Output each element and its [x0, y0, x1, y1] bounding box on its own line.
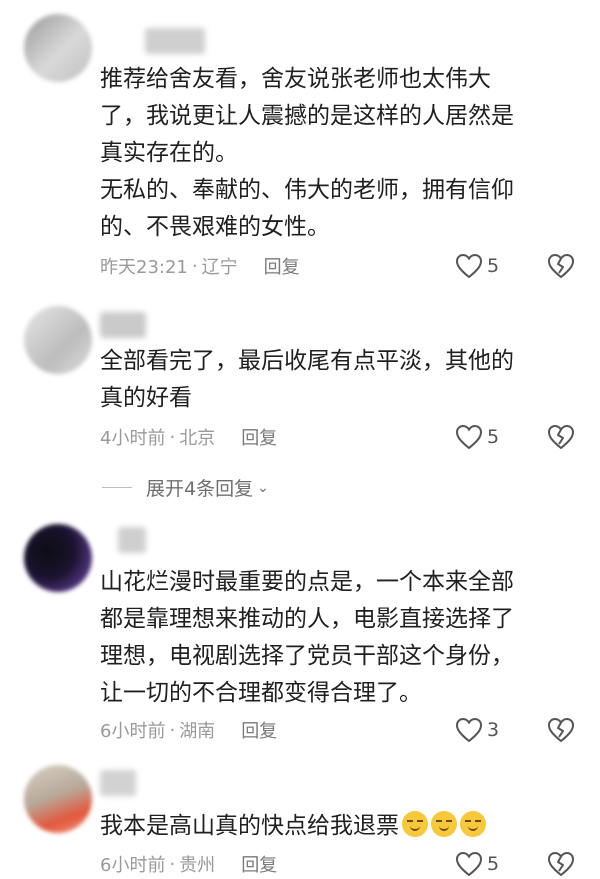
- username[interactable]: [145, 28, 205, 54]
- comment-location: 辽宁: [201, 257, 238, 278]
- comment-actions: 5: [455, 251, 575, 281]
- dislike-button[interactable]: [547, 253, 575, 279]
- like-count: 5: [487, 426, 500, 448]
- avatar[interactable]: [24, 765, 92, 833]
- username[interactable]: [100, 770, 136, 796]
- comment-line-text: 我本是高山真的快点给我退票: [100, 813, 399, 839]
- comment-line: 真实存在的。: [100, 140, 238, 166]
- like-count: 5: [487, 853, 500, 875]
- comment-text: 全部看完了，最后收尾有点平淡，其他的 真的好看: [100, 343, 570, 417]
- awkward-smile-emoji: [402, 811, 428, 837]
- expand-replies-button[interactable]: 展开4条回复 ⌄: [102, 474, 269, 501]
- meta-separator: ·: [169, 426, 176, 448]
- divider-line: [102, 487, 132, 488]
- comment-text: 山花烂漫时最重要的点是，一个本来全部 都是靠理想来推动的人，电影直接选择了 理想…: [100, 564, 570, 712]
- avatar[interactable]: [24, 524, 92, 592]
- broken-heart-icon: [548, 718, 574, 742]
- reply-button[interactable]: 回复: [241, 851, 277, 877]
- broken-heart-icon: [548, 425, 574, 449]
- like-button[interactable]: 5: [455, 424, 509, 450]
- comment-location: 北京: [179, 428, 216, 449]
- broken-heart-icon: [548, 852, 574, 876]
- comment-time: 昨天23:21: [100, 257, 188, 278]
- reply-button[interactable]: 回复: [264, 253, 300, 279]
- like-button[interactable]: 5: [455, 253, 509, 279]
- broken-heart-icon: [548, 254, 574, 278]
- comment-line: 真的好看: [100, 385, 192, 411]
- like-button[interactable]: 3: [455, 717, 509, 743]
- comment-actions: 3: [455, 715, 575, 745]
- comment-actions: 5: [455, 849, 575, 879]
- comment-meta: 昨天23:21 · 辽宁 回复: [100, 251, 300, 281]
- meta-separator: ·: [169, 853, 176, 875]
- comment-line: 让一切的不合理都变得合理了。: [100, 680, 422, 706]
- comment-line: 无私的、奉献的、伟大的老师，拥有信仰: [100, 177, 514, 203]
- heart-outline-icon: [455, 717, 483, 743]
- meta-separator: ·: [191, 255, 198, 277]
- like-count: 5: [487, 255, 500, 277]
- dislike-button[interactable]: [547, 424, 575, 450]
- reply-button[interactable]: 回复: [241, 717, 277, 743]
- reply-button[interactable]: 回复: [241, 424, 277, 450]
- dislike-button[interactable]: [547, 717, 575, 743]
- comment-text: 我本是高山真的快点给我退票: [100, 808, 570, 845]
- comment-time: 4小时前: [100, 428, 166, 449]
- avatar[interactable]: [24, 14, 92, 82]
- comment-line: 了，我说更让人震撼的是这样的人居然是: [100, 103, 514, 129]
- heart-outline-icon: [455, 851, 483, 877]
- comment-location: 湖南: [179, 721, 216, 742]
- comment-line: 推荐给舍友看，舍友说张老师也太伟大: [100, 66, 491, 92]
- meta-separator: ·: [169, 719, 176, 741]
- comment-time: 6小时前: [100, 721, 166, 742]
- comment-actions: 5: [455, 422, 575, 452]
- comment-line: 理想，电视剧选择了党员干部这个身份，: [100, 643, 514, 669]
- comment-line: 我本是高山真的快点给我退票: [100, 808, 570, 845]
- comment-meta: 6小时前 · 贵州 回复: [100, 849, 277, 879]
- heart-outline-icon: [455, 424, 483, 450]
- comment-location: 贵州: [179, 855, 216, 876]
- avatar[interactable]: [24, 306, 92, 374]
- like-button[interactable]: 5: [455, 851, 509, 877]
- chevron-down-icon: ⌄: [257, 479, 269, 496]
- username[interactable]: [118, 527, 146, 553]
- awkward-smile-emoji: [431, 811, 457, 837]
- comment-time: 6小时前: [100, 855, 166, 876]
- comment-line: 全部看完了，最后收尾有点平淡，其他的: [100, 348, 514, 374]
- comment-meta: 6小时前 · 湖南 回复: [100, 715, 277, 745]
- username[interactable]: [100, 312, 146, 338]
- comment-meta: 4小时前 · 北京 回复: [100, 422, 277, 452]
- dislike-button[interactable]: [547, 851, 575, 877]
- expand-replies-label: 展开4条回复: [146, 478, 254, 500]
- comment-line: 山花烂漫时最重要的点是，一个本来全部: [100, 569, 514, 595]
- comment-line: 都是靠理想来推动的人，电影直接选择了: [100, 606, 514, 632]
- awkward-smile-emoji: [460, 811, 486, 837]
- comment-line: 的、不畏艰难的女性。: [100, 214, 330, 240]
- heart-outline-icon: [455, 253, 483, 279]
- comment-text: 推荐给舍友看，舍友说张老师也太伟大 了，我说更让人震撼的是这样的人居然是 真实存…: [100, 61, 570, 246]
- like-count: 3: [487, 719, 500, 741]
